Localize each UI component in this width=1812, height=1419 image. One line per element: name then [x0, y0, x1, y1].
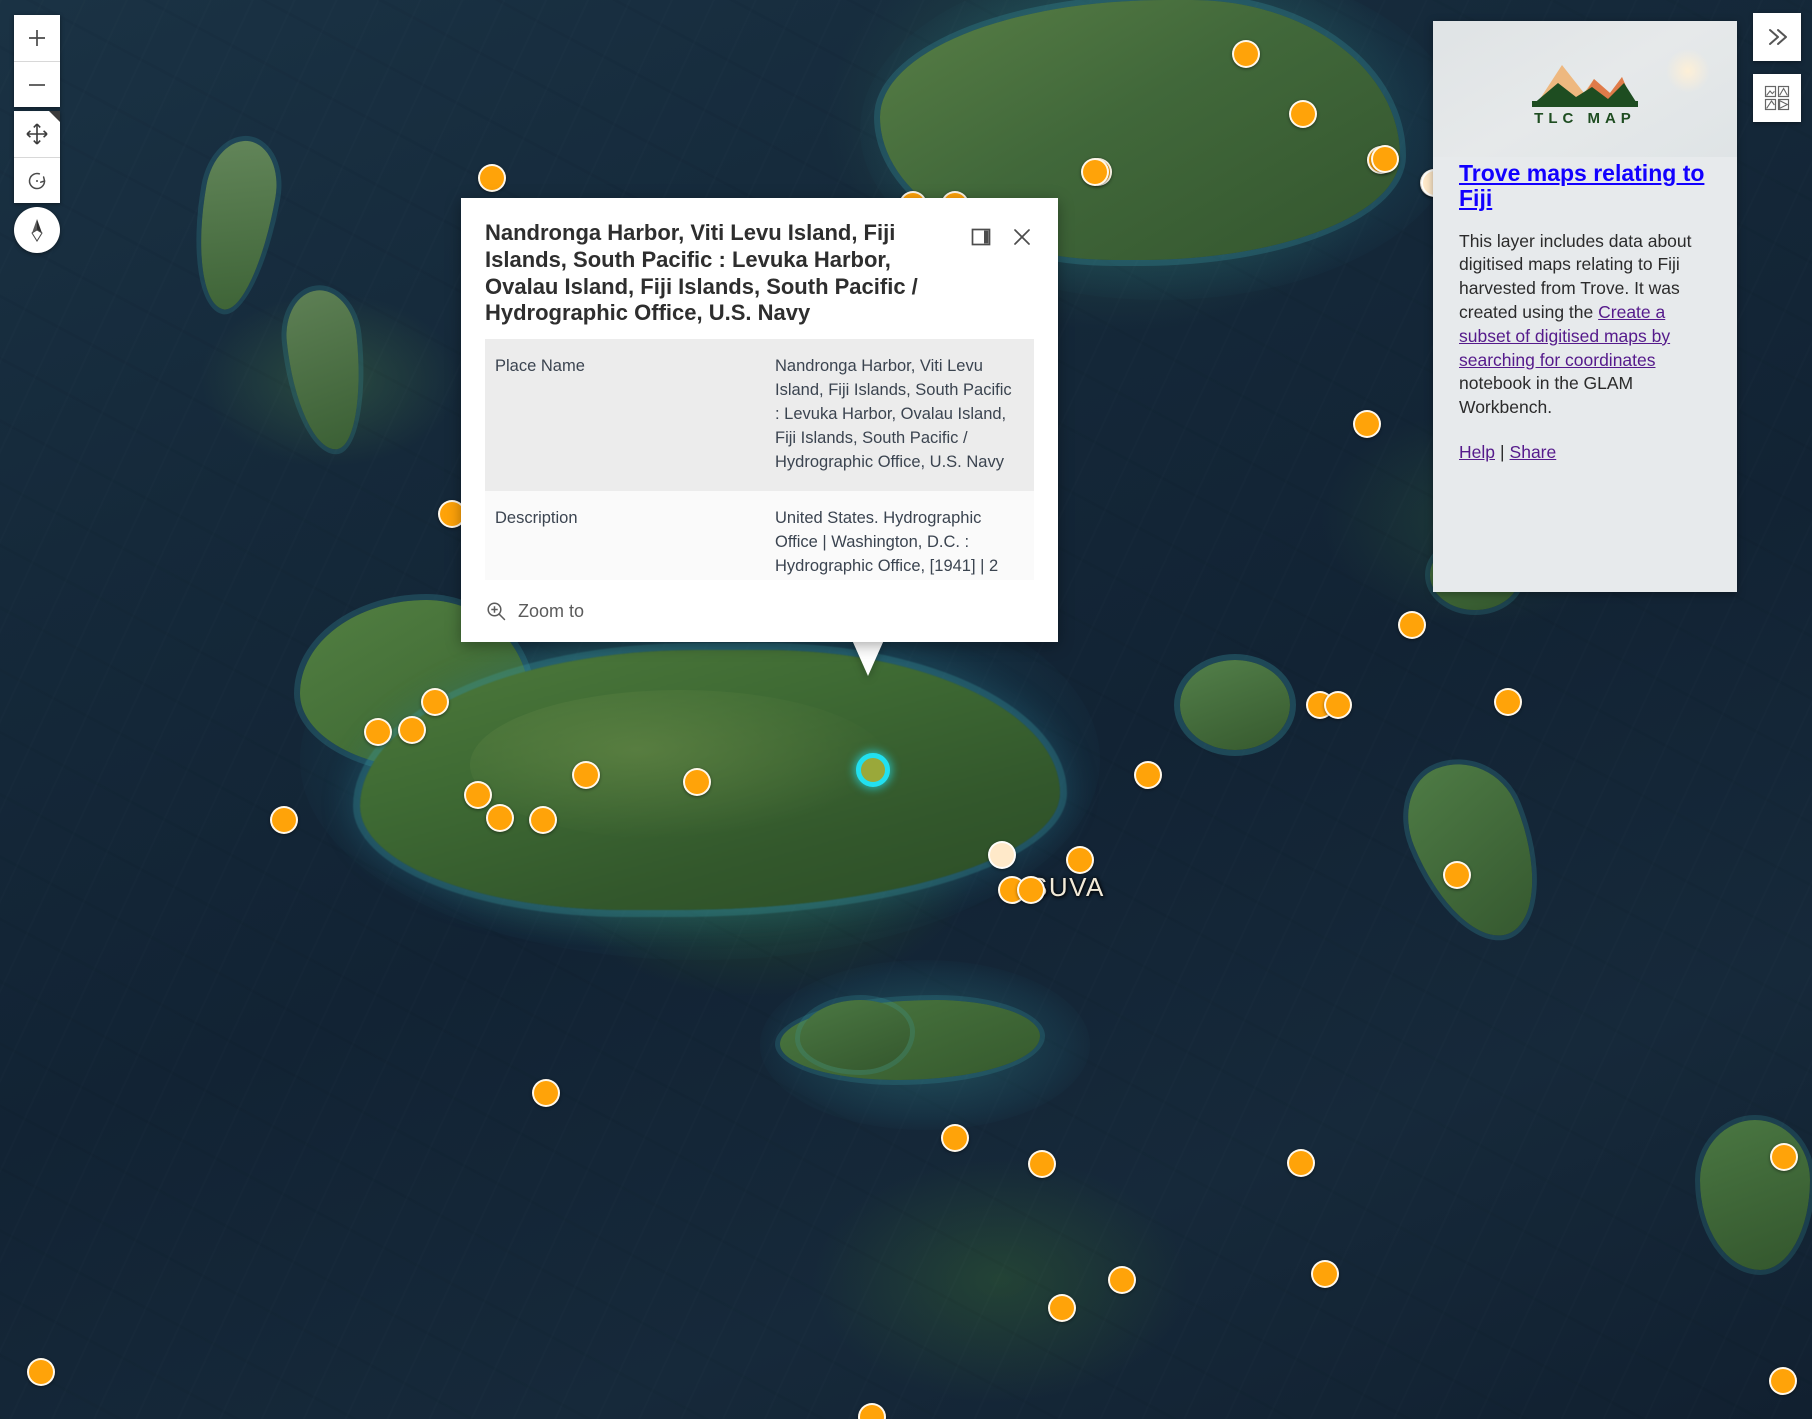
- active-tool-indicator: [49, 111, 60, 122]
- popup-footer: Zoom to: [461, 580, 1058, 642]
- zoom-controls: [14, 15, 60, 107]
- popup-title: Nandronga Harbor, Viti Levu Island, Fiji…: [485, 220, 918, 326]
- popup-pointer: [852, 640, 884, 676]
- map-marker[interactable]: [1324, 691, 1352, 719]
- map-marker[interactable]: [270, 806, 298, 834]
- navigation-controls: [14, 111, 60, 203]
- panel-split-icon[interactable]: [969, 225, 993, 249]
- panel-body: Trove maps relating to Fiji This layer i…: [1433, 157, 1737, 483]
- layer-title-link[interactable]: Trove maps relating to Fiji: [1459, 160, 1711, 212]
- map-marker[interactable]: [1017, 876, 1045, 904]
- tlc-map-logo-icon: TLC MAP: [1532, 53, 1638, 127]
- map-marker-selected[interactable]: [856, 753, 890, 787]
- map-marker[interactable]: [486, 804, 514, 832]
- close-icon[interactable]: [1010, 225, 1034, 249]
- layer-description: This layer includes data about digitised…: [1459, 230, 1711, 420]
- map-marker[interactable]: [1353, 410, 1381, 438]
- link-separator: |: [1500, 441, 1505, 462]
- map-marker[interactable]: [941, 1124, 969, 1152]
- map-marker[interactable]: [464, 781, 492, 809]
- map-marker[interactable]: [572, 761, 600, 789]
- map-marker[interactable]: [27, 1358, 55, 1386]
- panel-links: Help | Share: [1459, 442, 1711, 463]
- attribute-key: Place Name: [485, 339, 765, 491]
- popup-actions: [969, 220, 1034, 249]
- map-viewport[interactable]: SUVA TLC MAP Trove maps relating to Fiji…: [0, 0, 1812, 1419]
- map-marker[interactable]: [1048, 1294, 1076, 1322]
- attribute-key: Description: [485, 490, 765, 580]
- tlc-map-wordmark: TLC MAP: [1534, 110, 1636, 127]
- map-marker[interactable]: [421, 688, 449, 716]
- map-marker[interactable]: [1769, 1367, 1797, 1395]
- help-link[interactable]: Help: [1459, 442, 1495, 462]
- map-marker[interactable]: [1287, 1149, 1315, 1177]
- map-marker[interactable]: [1494, 688, 1522, 716]
- popup-attribute-table-wrap[interactable]: Place Name Nandronga Harbor, Viti Levu Is…: [485, 339, 1034, 580]
- zoom-to-label: Zoom to: [518, 600, 585, 621]
- compass-button[interactable]: [14, 207, 60, 253]
- popup-attribute-table: Place Name Nandronga Harbor, Viti Levu Is…: [485, 339, 1034, 580]
- map-marker[interactable]: [1398, 611, 1426, 639]
- map-marker[interactable]: [1289, 100, 1317, 128]
- layer-info-panel[interactable]: TLC MAP Trove maps relating to Fiji This…: [1433, 21, 1737, 592]
- table-row: Description United States. Hydrographic O…: [485, 490, 1034, 580]
- zoom-in-button[interactable]: [14, 15, 60, 61]
- map-marker[interactable]: [532, 1079, 560, 1107]
- map-marker[interactable]: [478, 164, 506, 192]
- collapse-panel-button[interactable]: [1753, 13, 1801, 61]
- map-marker[interactable]: [364, 718, 392, 746]
- zoom-to-button[interactable]: Zoom to: [485, 600, 584, 622]
- map-marker[interactable]: [1134, 761, 1162, 789]
- feature-popup[interactable]: Nandronga Harbor, Viti Levu Island, Fiji…: [461, 198, 1058, 642]
- map-marker[interactable]: [1081, 158, 1109, 186]
- map-marker[interactable]: [1770, 1143, 1798, 1171]
- table-row: Place Name Nandronga Harbor, Viti Levu Is…: [485, 339, 1034, 491]
- panel-banner: TLC MAP: [1433, 21, 1737, 157]
- share-link[interactable]: Share: [1510, 442, 1557, 462]
- description-text-after: notebook in the GLAM Workbench.: [1459, 373, 1634, 418]
- map-marker[interactable]: [1311, 1260, 1339, 1288]
- map-marker[interactable]: [1371, 145, 1399, 173]
- basemap-picker-button[interactable]: [1753, 74, 1801, 122]
- map-marker[interactable]: [1232, 40, 1260, 68]
- map-marker[interactable]: [1066, 846, 1094, 874]
- attribute-value: Nandronga Harbor, Viti Levu Island, Fiji…: [765, 339, 1034, 491]
- zoom-out-button[interactable]: [14, 61, 60, 107]
- map-marker[interactable]: [1108, 1266, 1136, 1294]
- map-marker[interactable]: [529, 806, 557, 834]
- map-marker[interactable]: [1028, 1150, 1056, 1178]
- popup-header: Nandronga Harbor, Viti Levu Island, Fiji…: [461, 198, 1058, 339]
- attribute-value: United States. Hydrographic Office | Was…: [765, 490, 1034, 580]
- map-marker[interactable]: [398, 716, 426, 744]
- map-marker[interactable]: [1443, 861, 1471, 889]
- rotate-button[interactable]: [14, 157, 60, 203]
- map-marker[interactable]: [683, 768, 711, 796]
- map-marker[interactable]: [988, 841, 1016, 869]
